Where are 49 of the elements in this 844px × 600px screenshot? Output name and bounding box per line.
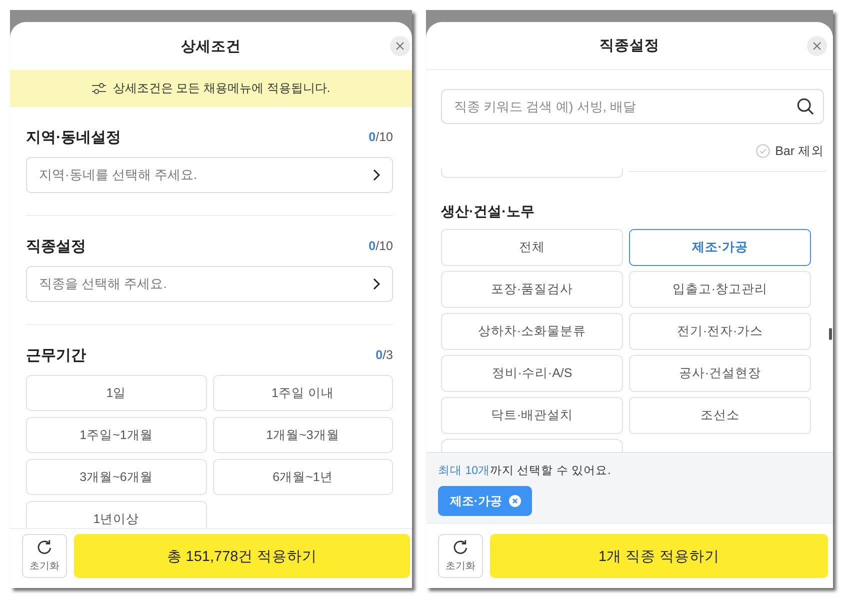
select-field[interactable]: 지역·동네를 선택해 주세요. — [26, 157, 393, 193]
selection-count: 0/10 — [368, 130, 393, 144]
option-button[interactable]: 공사·건설현장 — [629, 355, 811, 392]
notice-text: 상세조건은 모든 채용메뉴에 적용됩니다. — [112, 80, 330, 97]
section-title: 지역·동네설정 — [26, 128, 121, 146]
scrollbar-thumb[interactable] — [829, 328, 832, 340]
close-button[interactable] — [390, 36, 410, 56]
search-icon[interactable] — [797, 98, 814, 115]
reset-button[interactable]: 초기화 — [22, 534, 67, 578]
modal-title: 직종설정 — [600, 37, 660, 55]
close-icon — [396, 42, 404, 50]
selection-count: 0/3 — [376, 348, 393, 362]
section-title: 직종설정 — [26, 236, 86, 256]
option-button[interactable]: 1년이상 — [26, 501, 206, 528]
option-button[interactable]: 6개월~1년 — [212, 459, 393, 495]
option-button[interactable]: 1주일~1개월 — [26, 417, 206, 453]
limit-note: 최대 10개까지 선택할 수 있어요. — [438, 464, 612, 479]
selection-count: 0/10 — [368, 239, 393, 253]
option-button[interactable]: 닥트·배관설치 — [441, 397, 623, 434]
close-circle-icon[interactable] — [509, 495, 521, 507]
sliders-icon — [92, 83, 106, 94]
category-title: 생산·건설·노무 — [441, 202, 536, 221]
apply-button[interactable]: 총 151,778건 적용하기 — [74, 534, 410, 578]
option-button[interactable]: 정비·수리·A/S — [441, 355, 623, 392]
chevron-right-icon — [373, 278, 380, 290]
option-button[interactable]: 전체 — [441, 229, 623, 266]
apply-button[interactable]: 1개 직종 적용하기 — [490, 534, 828, 578]
option-button[interactable]: 1개월~3개월 — [212, 417, 393, 453]
option-button[interactable]: 1주일 이내 — [212, 375, 393, 411]
option-button[interactable]: 전기·전자·가스 — [629, 313, 811, 350]
option-button[interactable]: 상하차·소화물분류 — [441, 313, 623, 350]
refresh-icon — [452, 539, 469, 556]
exclude-bar-checkbox[interactable]: Bar 제외 — [756, 141, 824, 161]
chevron-right-icon — [373, 169, 380, 181]
close-button[interactable] — [807, 36, 827, 56]
close-icon — [813, 42, 821, 50]
option-button[interactable]: 3개월~6개월 — [26, 459, 206, 495]
modal-title: 상세조건 — [181, 38, 241, 56]
option-button[interactable]: 포장·품질검사 — [441, 271, 623, 308]
option-button[interactable]: 제조·가공 — [629, 229, 811, 266]
refresh-icon — [36, 539, 53, 556]
reset-button[interactable]: 초기화 — [438, 534, 483, 578]
section-title: 근무기간 — [26, 346, 86, 364]
select-field[interactable]: 직종을 선택해 주세요. — [26, 266, 393, 302]
tag-label: 제조·가공 — [450, 492, 502, 510]
option-button[interactable]: 입출고·창고관리 — [629, 271, 811, 308]
option-button[interactable]: 1일 — [26, 375, 206, 411]
search-field[interactable]: 직종 키워드 검색 예) 서빙, 배달 — [441, 89, 824, 124]
option-button[interactable]: 조선소 — [629, 397, 811, 434]
